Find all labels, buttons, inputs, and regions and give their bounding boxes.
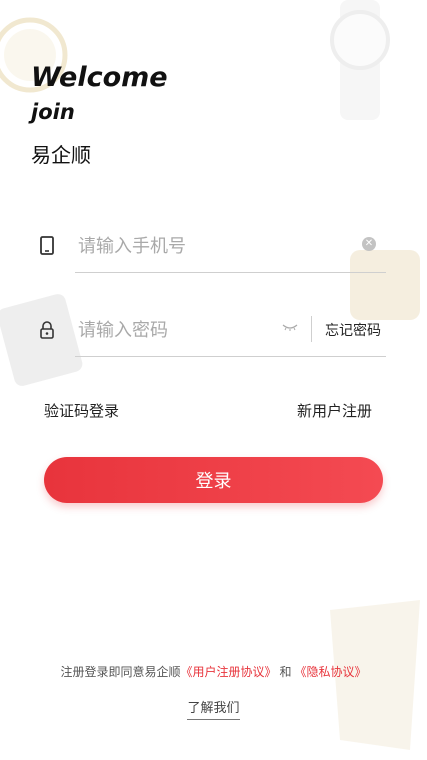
- brand-name: 易企顺: [31, 143, 91, 167]
- about-us-link[interactable]: 了解我们: [187, 697, 240, 720]
- join-subheading: join: [31, 100, 75, 124]
- about-us-container: 了解我们: [0, 697, 427, 720]
- lock-icon: [40, 321, 54, 339]
- clear-icon[interactable]: ✕: [362, 237, 376, 251]
- phone-icon: [40, 236, 54, 255]
- user-agreement-link[interactable]: 《用户注册协议》: [180, 665, 276, 679]
- eye-closed-icon[interactable]: [282, 320, 298, 334]
- sms-login-link[interactable]: 验证码登录: [44, 400, 119, 421]
- login-button[interactable]: 登录: [44, 457, 383, 503]
- privacy-policy-link[interactable]: 《隐私协议》: [295, 665, 367, 679]
- welcome-heading: Welcome: [31, 62, 168, 93]
- register-link[interactable]: 新用户注册: [297, 400, 372, 421]
- password-underline: [75, 356, 386, 357]
- phone-underline: [75, 272, 386, 273]
- password-divider: [311, 316, 312, 342]
- watch-decoration-top-right: [330, 0, 390, 120]
- agreement-text: 注册登录即同意易企顺《用户注册协议》和《隐私协议》: [0, 663, 427, 680]
- agreement-prefix: 注册登录即同意易企顺: [60, 665, 181, 679]
- phone-field: [36, 226, 386, 266]
- agreement-and: 和: [279, 665, 292, 679]
- watch-decoration-top-left: [0, 17, 68, 93]
- phone-input[interactable]: [76, 230, 320, 262]
- forgot-password-link[interactable]: 忘记密码: [325, 320, 381, 340]
